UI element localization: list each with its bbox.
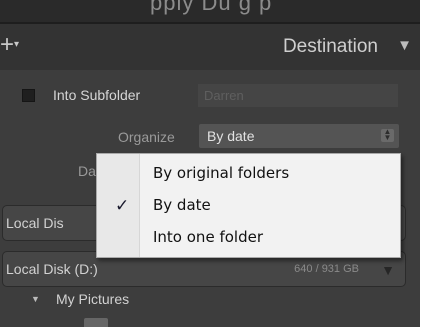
volume-name: Local Disk (D:): [6, 261, 98, 277]
destination-title: Destination: [282, 36, 378, 57]
volume-arrow-icon[interactable]: ▼: [381, 262, 395, 278]
menu-item-label: By original folders: [153, 164, 290, 182]
folder-label: My Pictures: [56, 291, 130, 307]
organize-label: Organize: [118, 129, 175, 145]
folder-icon: [84, 318, 108, 327]
menu-item-by-original-folders[interactable]: By original folders: [97, 158, 400, 190]
disclosure-triangle-icon[interactable]: ▼: [31, 294, 40, 304]
date-format-label: Da: [78, 163, 96, 179]
organize-value: By date: [207, 128, 255, 144]
folder-row-my-pictures[interactable]: ▼ My Pictures: [0, 288, 420, 312]
menu-item-into-one-folder[interactable]: Into one folder: [97, 222, 400, 254]
organize-select[interactable]: By date ▲ ▼: [199, 124, 399, 148]
volume-name: Local Dis: [6, 215, 64, 231]
into-subfolder-row: Into Subfolder: [0, 84, 420, 110]
plus-icon[interactable]: +▾: [0, 33, 19, 57]
page-margin: [420, 0, 431, 327]
plus-glyph: +: [0, 31, 15, 58]
stepper-icon: ▲ ▼: [381, 128, 394, 142]
volume-size: 640 / 931 GB: [294, 263, 359, 275]
menu-item-label: Into one folder: [153, 228, 263, 246]
into-subfolder-checkbox[interactable]: [22, 89, 35, 102]
organize-dropdown-menu: By original folders ✓ By date Into one f…: [96, 153, 401, 258]
partial-title: pply Du g p: [150, 0, 273, 15]
check-icon: ✓: [115, 196, 130, 215]
destination-header[interactable]: +▾ Destination ▼: [0, 24, 420, 70]
collapse-icon[interactable]: ▼: [397, 37, 412, 54]
into-subfolder-label: Into Subfolder: [53, 87, 141, 103]
top-strip: pply Du g p: [0, 0, 420, 22]
menu-item-label: By date: [153, 196, 211, 214]
subfolder-name-input[interactable]: [198, 84, 398, 107]
lightroom-import-panel: pply Du g p +▾ Destination ▼ Into Subfol…: [0, 0, 420, 327]
menu-item-by-date[interactable]: ✓ By date: [97, 190, 400, 222]
